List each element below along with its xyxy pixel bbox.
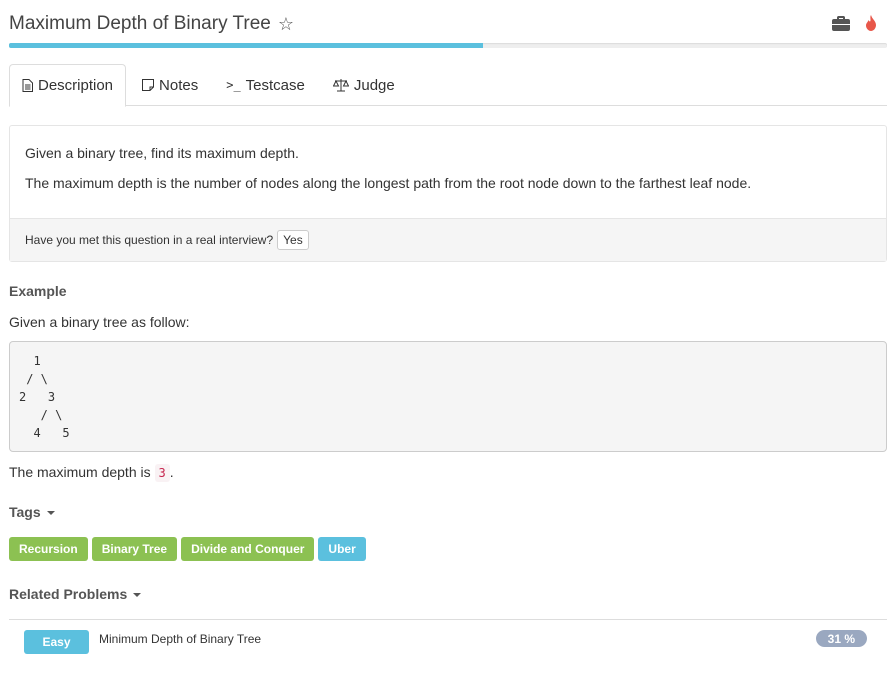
tab-label: Testcase	[245, 76, 305, 94]
result-prefix: The maximum depth is	[9, 464, 155, 480]
related-problems-toggle[interactable]: Related Problems	[9, 586, 142, 602]
example-code-block: 1 / \ 2 3 / \ 4 5	[9, 341, 887, 452]
tab-judge[interactable]: Judge	[321, 64, 407, 106]
tags-heading: Tags	[9, 504, 41, 520]
difficulty-badge[interactable]: Easy	[24, 630, 89, 654]
acceptance-badge: 31 %	[815, 630, 867, 647]
tab-label: Notes	[159, 76, 199, 94]
page-title: Maximum Depth of Binary Tree ☆	[9, 13, 294, 35]
example-intro: Given a binary tree as follow:	[9, 314, 190, 330]
tag-binary-tree[interactable]: Binary Tree	[91, 537, 178, 561]
progress-bar	[9, 43, 887, 48]
example-heading: Example	[9, 283, 67, 299]
tag-list: Recursion Binary Tree Divide and Conquer…	[9, 537, 366, 561]
result-suffix: .	[169, 464, 174, 480]
tab-testcase[interactable]: >_ Testcase	[214, 64, 317, 106]
tab-bar: Description Notes >_ Testcase Judge	[9, 64, 887, 107]
related-heading: Related Problems	[9, 586, 128, 602]
note-icon	[142, 79, 155, 91]
tag-divide-and-conquer[interactable]: Divide and Conquer	[181, 537, 315, 561]
star-outline-icon[interactable]: ☆	[278, 14, 294, 35]
problem-header: Maximum Depth of Binary Tree ☆	[9, 10, 887, 40]
flame-icon[interactable]	[864, 14, 878, 32]
interview-prompt: Have you met this question in a real int…	[10, 218, 886, 261]
tab-notes[interactable]: Notes	[130, 64, 210, 106]
result-value: 3	[154, 464, 170, 482]
description-line-1: Given a binary tree, find its maximum de…	[25, 145, 299, 161]
yes-button[interactable]: Yes	[277, 230, 309, 250]
tag-recursion[interactable]: Recursion	[9, 537, 88, 561]
problem-title: Maximum Depth of Binary Tree	[9, 13, 271, 34]
related-problem-row: Easy Minimum Depth of Binary Tree 31 %	[9, 619, 887, 659]
caret-down-icon	[46, 511, 55, 516]
file-text-icon	[22, 79, 33, 92]
tab-description[interactable]: Description	[9, 64, 127, 107]
tag-uber[interactable]: Uber	[318, 537, 366, 561]
header-actions	[832, 14, 878, 32]
terminal-icon: >_	[226, 78, 241, 92]
briefcase-icon[interactable]	[832, 15, 850, 31]
tags-toggle[interactable]: Tags	[9, 504, 55, 520]
example-result: The maximum depth is 3.	[9, 464, 174, 482]
tab-label: Description	[38, 77, 114, 94]
interview-question: Have you met this question in a real int…	[25, 233, 274, 247]
progress-fill	[9, 43, 484, 48]
description-panel: Given a binary tree, find its maximum de…	[9, 125, 887, 262]
description-line-2: The maximum depth is the number of nodes…	[25, 175, 752, 191]
caret-down-icon	[133, 593, 142, 598]
tab-label: Judge	[353, 76, 395, 94]
balance-scale-icon	[332, 78, 349, 92]
related-problem-link[interactable]: Minimum Depth of Binary Tree	[99, 632, 261, 646]
